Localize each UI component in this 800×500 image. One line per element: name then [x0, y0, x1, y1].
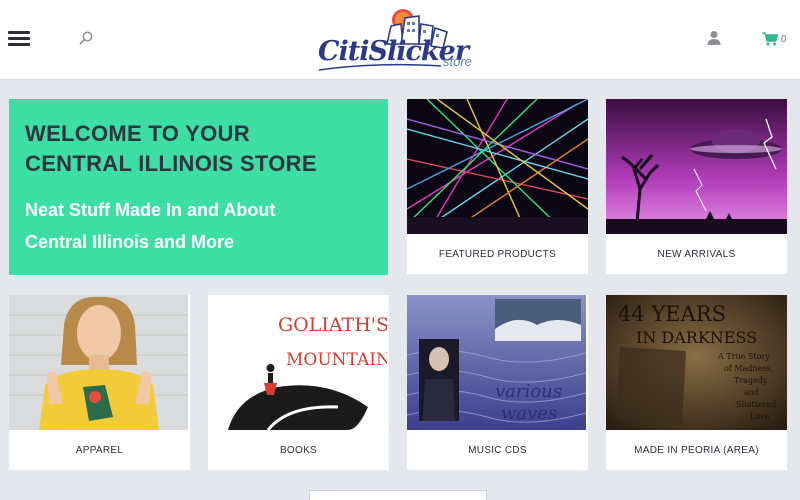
- welcome-subtitle-line: Neat Stuff Made In and About: [25, 200, 276, 220]
- cart-icon: [762, 32, 778, 46]
- category-label: MUSIC CDS: [468, 444, 527, 456]
- site-header: CitiSlicker store 0: [0, 0, 800, 80]
- peoria-cover-subtitle: Love: [750, 412, 770, 421]
- bottom-partial-panel: [309, 490, 487, 500]
- category-card-made-in-peoria[interactable]: 44 YEARS IN DARKNESS A True Story of Mad…: [606, 295, 787, 470]
- search-icon[interactable]: [78, 30, 94, 46]
- category-label: APPAREL: [75, 444, 124, 456]
- account-icon[interactable]: [706, 30, 722, 46]
- new-arrivals-image: [606, 99, 787, 234]
- welcome-title-line: WELCOME TO YOUR: [25, 121, 250, 146]
- cart-count: 0: [781, 33, 787, 45]
- peoria-cover-subtitle: Tragedy: [734, 376, 768, 385]
- peoria-cover-subtitle: A True Story: [717, 352, 770, 361]
- music-cover-title: waves: [501, 403, 557, 424]
- made-in-peoria-image: 44 YEARS IN DARKNESS A True Story of Mad…: [606, 295, 787, 430]
- welcome-title: WELCOME TO YOUR CENTRAL ILLINOIS STORE: [25, 119, 372, 179]
- welcome-banner: WELCOME TO YOUR CENTRAL ILLINOIS STORE N…: [9, 99, 388, 275]
- peoria-cover-title: 44 YEARS: [618, 302, 726, 326]
- welcome-subtitle-line: Central Illinois and More: [25, 232, 235, 252]
- category-label: NEW ARRIVALS: [657, 248, 736, 260]
- store-logo[interactable]: CitiSlicker store: [315, 4, 485, 74]
- category-label: MADE IN PEORIA (AREA): [634, 444, 759, 456]
- books-cover-title: MOUNTAIN: [286, 350, 387, 370]
- category-card-new-arrivals[interactable]: NEW ARRIVALS: [606, 99, 787, 274]
- menu-icon[interactable]: [8, 31, 30, 47]
- peoria-cover-subtitle: and: [744, 388, 759, 397]
- peoria-cover-subtitle: of Madness,: [724, 364, 773, 373]
- category-label: BOOKS: [279, 444, 318, 456]
- category-card-featured-products[interactable]: FEATURED PRODUCTS: [407, 99, 588, 274]
- cart-button[interactable]: 0: [762, 31, 787, 47]
- books-image: GOLIATH'S MOUNTAIN: [208, 295, 389, 430]
- category-card-books[interactable]: GOLIATH'S MOUNTAIN BOOKS: [208, 295, 389, 470]
- welcome-title-line: CENTRAL ILLINOIS STORE: [25, 151, 317, 176]
- apparel-image: [9, 295, 190, 430]
- logo-subtext: store: [443, 54, 472, 69]
- peoria-cover-title: IN DARKNESS: [636, 328, 757, 347]
- featured-products-image: [407, 99, 588, 234]
- category-card-apparel[interactable]: APPAREL: [9, 295, 190, 470]
- books-cover-title: GOLIATH'S: [278, 314, 387, 336]
- peoria-cover-subtitle: Shattered: [736, 400, 776, 409]
- category-label: FEATURED PRODUCTS: [438, 248, 557, 260]
- music-cover-title: various: [495, 381, 562, 402]
- music-cds-image: various waves: [407, 295, 588, 430]
- welcome-subtitle: Neat Stuff Made In and About Central Ill…: [25, 194, 372, 258]
- category-card-music-cds[interactable]: various waves MUSIC CDS: [407, 295, 588, 470]
